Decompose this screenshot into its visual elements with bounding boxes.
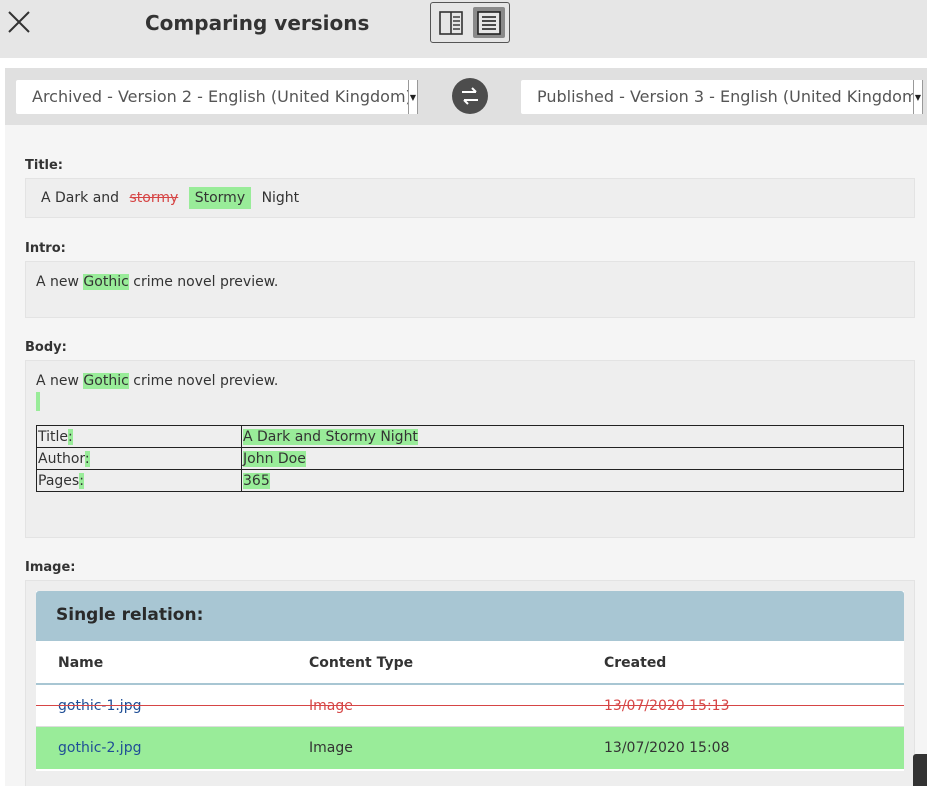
top-bar: Comparing versions bbox=[0, 0, 927, 58]
body-info-table: Title: A Dark and Stormy Night Author: J… bbox=[36, 425, 904, 492]
intro-field-value: A new Gothic crime novel preview. bbox=[25, 261, 915, 318]
body-paragraph: A new Gothic crime novel preview. bbox=[36, 373, 914, 389]
dropdown-arrow-icon[interactable]: ▼ bbox=[913, 80, 923, 114]
body-text-inserted: Gothic bbox=[83, 373, 129, 389]
swap-icon bbox=[462, 87, 478, 105]
image-field-label: Image: bbox=[25, 560, 76, 575]
table-row-deleted: gothic-1.jpg Image 13/07/2020 15:13 bbox=[36, 685, 904, 727]
corner-widget-icon[interactable] bbox=[913, 754, 927, 786]
table-row: Title: A Dark and Stormy Night bbox=[36, 425, 904, 448]
table-cell-key: Pages: bbox=[36, 469, 242, 492]
view-mode-toggle bbox=[430, 2, 510, 43]
table-row-inserted: gothic-2.jpg Image 13/07/2020 15:08 bbox=[36, 727, 904, 769]
page-title: Comparing versions bbox=[145, 11, 370, 35]
right-version-select[interactable]: Published - Version 3 - English (United … bbox=[521, 80, 924, 114]
relation-content-type: Image bbox=[309, 698, 353, 714]
intro-text-inserted: Gothic bbox=[83, 274, 129, 290]
table-cell-value: A Dark and Stormy Night bbox=[241, 425, 904, 448]
relation-created: 13/07/2020 15:08 bbox=[604, 740, 730, 756]
deleted-row-strike bbox=[36, 705, 904, 706]
side-by-side-view-button[interactable] bbox=[435, 7, 467, 38]
title-part-deleted: stormy bbox=[129, 190, 179, 206]
left-version-select[interactable]: Archived - Version 2 - English (United K… bbox=[16, 80, 418, 114]
relation-name-link[interactable]: gothic-2.jpg bbox=[58, 740, 141, 756]
single-relation-panel: Single relation: Name Content Type Creat… bbox=[36, 591, 904, 771]
table-cell-key: Title: bbox=[36, 425, 242, 448]
comparison-content: Title: A Dark and stormy Stormy Night In… bbox=[5, 125, 927, 786]
right-version-value: Published - Version 3 - English (United … bbox=[537, 87, 924, 106]
intro-field-label: Intro: bbox=[25, 241, 66, 256]
title-part-inserted: Stormy bbox=[188, 187, 252, 209]
column-header-content-type: Content Type bbox=[309, 655, 414, 671]
relation-column-headers: Name Content Type Created bbox=[36, 641, 904, 685]
image-field-value: Single relation: Name Content Type Creat… bbox=[25, 580, 915, 786]
relation-name-link[interactable]: gothic-1.jpg bbox=[58, 698, 141, 714]
side-by-side-icon bbox=[439, 10, 463, 35]
dropdown-arrow-icon[interactable]: ▼ bbox=[408, 80, 418, 114]
table-cell-value: John Doe bbox=[241, 447, 904, 470]
version-select-bar: Archived - Version 2 - English (United K… bbox=[5, 68, 927, 125]
table-cell-key: Author: bbox=[36, 447, 242, 470]
body-field-value: A new Gothic crime novel preview. Title:… bbox=[25, 360, 915, 538]
body-text-before: A new bbox=[36, 373, 84, 389]
intro-text-before: A new bbox=[36, 274, 84, 290]
title-field-label: Title: bbox=[25, 158, 64, 173]
title-part-same-end: Night bbox=[261, 190, 300, 206]
relation-created: 13/07/2020 15:13 bbox=[604, 698, 730, 714]
table-cell-value: 365 bbox=[241, 469, 904, 492]
column-header-created: Created bbox=[604, 655, 667, 671]
table-row: Author: John Doe bbox=[36, 447, 904, 470]
inserted-paragraph-marker bbox=[36, 392, 40, 411]
close-icon[interactable] bbox=[6, 9, 32, 35]
relation-title: Single relation: bbox=[36, 591, 904, 641]
body-field-label: Body: bbox=[25, 340, 67, 355]
relation-content-type: Image bbox=[309, 740, 353, 756]
left-version-value: Archived - Version 2 - English (United K… bbox=[32, 87, 412, 106]
single-column-icon bbox=[477, 10, 501, 35]
swap-versions-button[interactable] bbox=[452, 78, 488, 114]
body-text-after: crime novel preview. bbox=[128, 373, 279, 389]
column-header-name: Name bbox=[58, 655, 104, 671]
table-row: Pages: 365 bbox=[36, 469, 904, 492]
title-field-value: A Dark and stormy Stormy Night bbox=[25, 178, 915, 218]
intro-text-after: crime novel preview. bbox=[128, 274, 279, 290]
title-part-same: A Dark and bbox=[41, 190, 120, 206]
single-column-view-button[interactable] bbox=[473, 7, 505, 38]
